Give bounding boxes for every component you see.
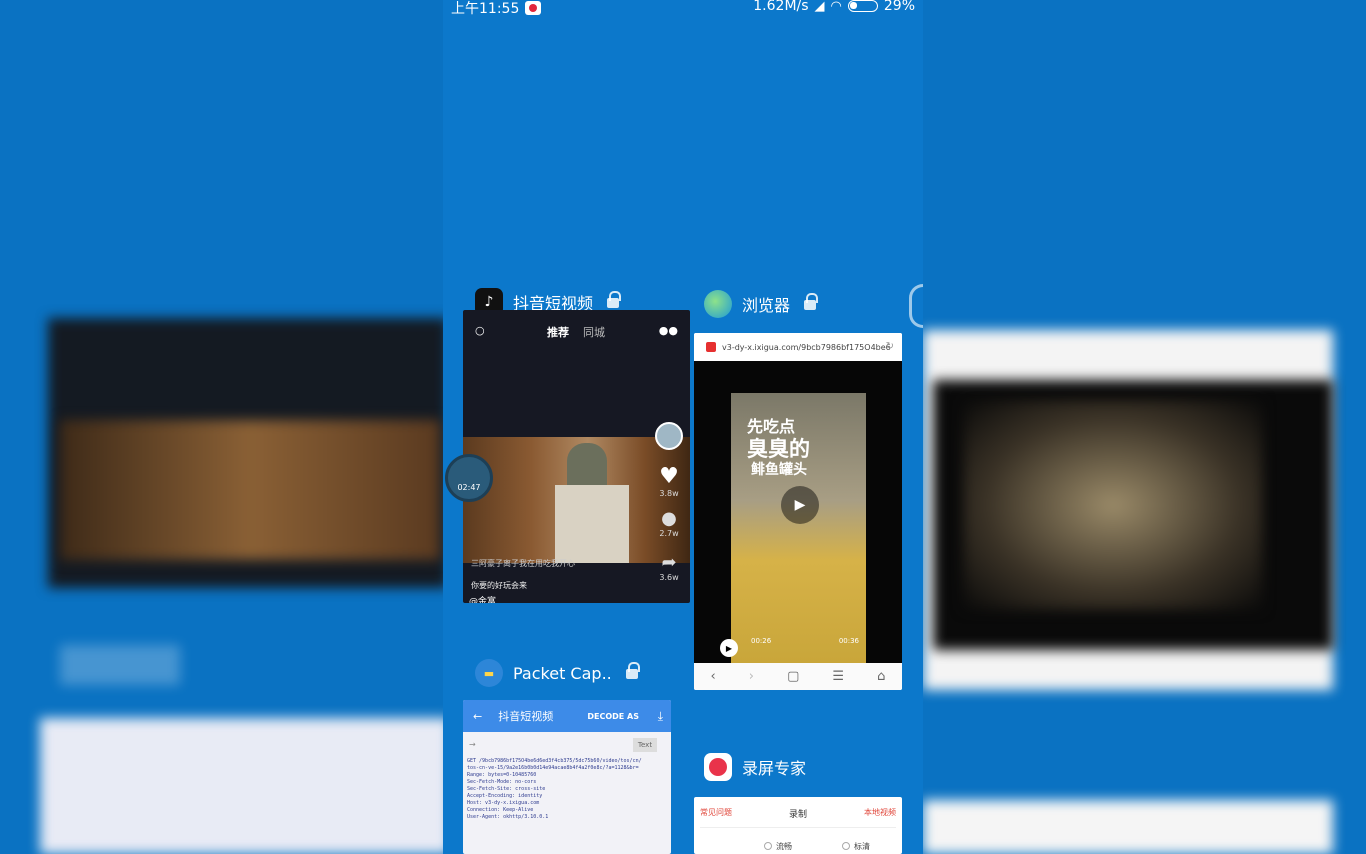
- decode-as-label: DECODE AS: [587, 711, 639, 721]
- video-frame: 先吃点 臭臭的 鲱鱼罐头 ▶ 00:26 00:36: [731, 393, 866, 663]
- download-icon: ⤓: [657, 708, 663, 723]
- local-videos-link: 本地视频: [863, 808, 896, 817]
- floating-ball-time: 02:47: [457, 483, 481, 492]
- request-line: Host: v3-dy-x.ixigua.com: [467, 800, 540, 806]
- like-count: 3.8w: [659, 489, 679, 498]
- forward-icon: ›: [748, 669, 754, 684]
- play-icon: ▶: [781, 486, 819, 524]
- request-body: GET /9bcb7986bf175O4be6d6ed3f4cb375/5dc7…: [467, 758, 667, 821]
- option-smooth: 流畅: [764, 841, 792, 852]
- browser-app-name: 浏览器: [742, 296, 791, 315]
- request-line: Range: bytes=0-10485760: [467, 772, 537, 778]
- divider: [700, 827, 896, 828]
- request-line: Connection: Keep-Alive: [467, 807, 534, 813]
- back-arrow-icon: ←: [473, 709, 483, 723]
- packet-capture-app-icon: ▬: [475, 659, 503, 687]
- direction-icon: →: [469, 740, 476, 749]
- battery-icon: [847, 0, 878, 12]
- tab-city: 同城: [583, 326, 605, 339]
- blurred-backdrop-left: [0, 0, 443, 854]
- lock-icon[interactable]: [607, 291, 622, 308]
- time-total: 00:36: [838, 637, 859, 645]
- request-line: GET /9bcb7986bf175O4be6d6ed3f4cb375/5dc7…: [467, 758, 642, 764]
- douyin-side-actions: ♥ 3.8w ● 2.7w ➦ 3.6w: [654, 422, 684, 582]
- wifi-icon: ◠: [830, 0, 842, 14]
- packet-capture-card-header[interactable]: ▬ Packet Cap..: [475, 659, 640, 687]
- request-line: Sec-Fetch-Mode: no-cors: [467, 779, 537, 785]
- faq-link: 常见问题: [700, 808, 732, 817]
- play-control-icon: ▶: [720, 639, 738, 657]
- avatar: [655, 422, 683, 450]
- address-bar: v3-dy-x.ixigua.com/9bcb7986bf175O4be6 ↻: [694, 333, 902, 361]
- floating-recorder-ball[interactable]: 02:47: [445, 454, 493, 502]
- home-icon: ⌂: [877, 669, 886, 684]
- reload-icon: ↻: [885, 341, 894, 352]
- url-text: v3-dy-x.ixigua.com/9bcb7986bf175O4be6: [722, 342, 891, 352]
- tabs-icon: ▢: [787, 669, 800, 684]
- request-line: User-Agent: okhttp/3.10.0.1: [467, 814, 549, 820]
- video-player: 先吃点 臭臭的 鲱鱼罐头 ▶ 00:26 00:36 ▶: [694, 361, 902, 663]
- menu-icon: ☰: [832, 669, 845, 684]
- browser-nav-bar: ‹ › ▢ ☰ ⌂: [694, 663, 902, 690]
- lock-icon[interactable]: [804, 293, 819, 310]
- comment-icon: ●: [661, 508, 677, 529]
- signal-icon: ◢: [814, 0, 825, 14]
- screen-recorder-card-header[interactable]: 录屏专家: [704, 753, 806, 781]
- network-speed: 1.62M/s: [753, 0, 809, 14]
- next-card-edge: [909, 284, 923, 328]
- radio-icon: [764, 842, 772, 850]
- packet-capture-title: 抖音短视频: [498, 710, 554, 723]
- music-label: 你要的好玩会来: [471, 581, 527, 590]
- screen-record-icon: [525, 1, 542, 15]
- video-caption: 三阿豪子离子我在用吃我开心: [471, 559, 575, 568]
- search-icon: ○: [475, 324, 485, 337]
- more-icon: ●●: [658, 324, 678, 337]
- status-time: 上午11:55: [451, 1, 520, 17]
- status-bar: 上午11:55 1.62M/s ◢ ◠ 29%: [443, 0, 923, 17]
- text-button: Text: [633, 738, 657, 752]
- packet-subheader: → Text: [467, 736, 667, 756]
- heart-icon: ♥: [659, 464, 679, 489]
- lock-icon[interactable]: [625, 662, 640, 679]
- radio-icon: [842, 842, 850, 850]
- site-favicon: [706, 342, 716, 352]
- time-current: 00:26: [751, 637, 772, 645]
- request-line: Accept-Encoding: identity: [467, 793, 543, 799]
- blurred-backdrop-right: [923, 0, 1366, 854]
- record-icon: [704, 753, 732, 781]
- battery-level: 29%: [883, 0, 915, 14]
- packet-capture-toolbar: ← 抖音短视频 DECODE AS ⤓: [463, 700, 671, 732]
- screen-recorder-card-thumbnail[interactable]: 常见问题 录制 本地视频 流畅 标清: [694, 797, 902, 854]
- request-line: tos-cn-ve-15/9a2e16b0b0d14e94acae8b4f4a2…: [467, 765, 639, 771]
- globe-icon: [704, 290, 732, 318]
- request-line: Sec-Fetch-Site: cross-site: [467, 786, 546, 792]
- browser-card-header[interactable]: 浏览器: [704, 290, 819, 318]
- back-icon: ‹: [710, 669, 716, 684]
- browser-card-thumbnail[interactable]: v3-dy-x.ixigua.com/9bcb7986bf175O4be6 ↻ …: [694, 333, 902, 690]
- screen-recorder-app-name: 录屏专家: [742, 759, 807, 778]
- tab-recommend: 推荐: [547, 326, 569, 339]
- option-sd: 标清: [842, 841, 870, 852]
- packet-capture-app-name: Packet Cap..: [513, 663, 612, 683]
- douyin-card-thumbnail[interactable]: ○ 推荐 同城 ●● ♥ 3.8w ● 2.7w ➦ 3.6w 三阿豪子离子我在…: [463, 310, 690, 603]
- comment-count: 2.7w: [659, 529, 679, 538]
- share-icon: ➦: [661, 552, 677, 573]
- packet-capture-card-thumbnail[interactable]: ← 抖音短视频 DECODE AS ⤓ → Text GET /9bcb7986…: [463, 700, 671, 854]
- recent-apps-screen: 上午11:55 1.62M/s ◢ ◠ 29% ♪ 抖音短视频 ○ 推荐 同城 …: [443, 0, 923, 854]
- video-box: [555, 485, 629, 563]
- username: @金富: [469, 597, 497, 603]
- record-title: 录制: [788, 810, 807, 820]
- share-count: 3.6w: [659, 573, 679, 582]
- video-title-line-3: 鲱鱼罐头: [751, 462, 807, 478]
